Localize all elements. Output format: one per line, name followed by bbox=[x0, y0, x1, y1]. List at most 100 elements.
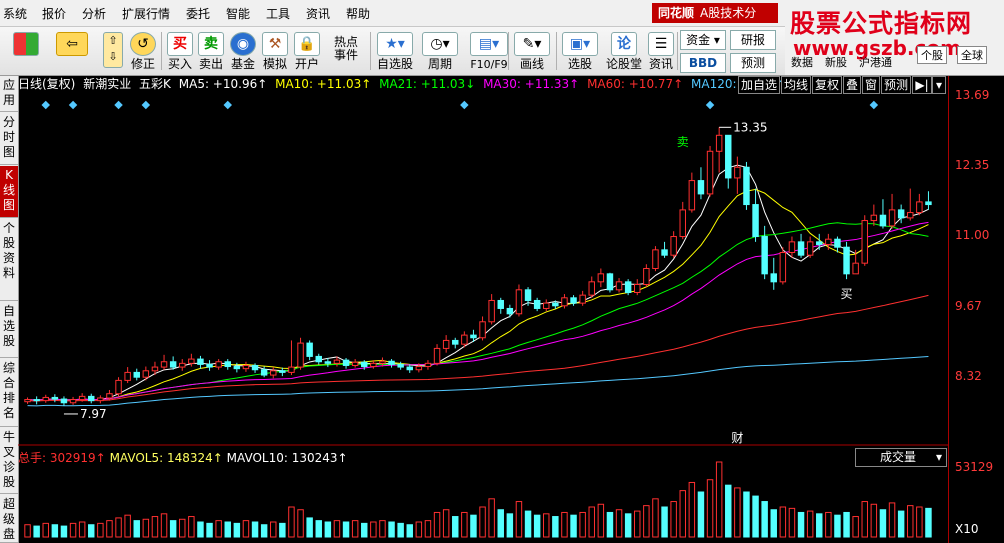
tab-timeshare[interactable]: 分时图 bbox=[0, 113, 18, 165]
fund-button[interactable]: ◉ 基金 bbox=[228, 28, 258, 74]
stock-link[interactable]: 个股 bbox=[917, 46, 947, 64]
menu-item-quote[interactable]: 报价 bbox=[42, 5, 66, 22]
tab-stock-profile[interactable]: 个股资料 bbox=[0, 219, 18, 301]
candle-body bbox=[260, 369, 268, 376]
ipo-link[interactable]: 新股 bbox=[825, 54, 847, 70]
data-link[interactable]: 数据 bbox=[791, 54, 813, 70]
volume-bar bbox=[643, 505, 650, 538]
menu-item-system[interactable]: 系统 bbox=[3, 5, 27, 22]
toolbar-separator bbox=[508, 32, 509, 70]
volume-bar bbox=[634, 510, 641, 538]
sell-button[interactable]: 卖卖出 bbox=[196, 28, 226, 74]
watchlist-button[interactable]: ★▾ 自选股 bbox=[374, 28, 416, 74]
menu-item-tools[interactable]: 工具 bbox=[266, 5, 290, 22]
volume-bar bbox=[51, 524, 59, 538]
candle-body bbox=[615, 281, 623, 291]
bbd-button[interactable]: BBD bbox=[680, 53, 726, 73]
hk-connect-link[interactable]: 沪港通 bbox=[859, 54, 892, 70]
period-label: 周期 bbox=[427, 57, 452, 71]
refresh-icon: ↺ bbox=[130, 32, 156, 56]
back-arrow-icon: ⇦ bbox=[56, 32, 88, 56]
capital-button[interactable]: 资金 ▾ bbox=[680, 30, 726, 50]
candle-body bbox=[570, 297, 577, 304]
ma10-line bbox=[27, 188, 929, 401]
volume-bar bbox=[579, 511, 586, 538]
volume-bar bbox=[743, 491, 750, 538]
candle-body bbox=[197, 358, 204, 365]
candle-body bbox=[351, 361, 359, 366]
tab-ranking[interactable]: 综合排名 bbox=[0, 359, 18, 427]
back-button[interactable]: ⇦ bbox=[50, 28, 94, 74]
open-account-button[interactable]: 🔒 开户 bbox=[292, 28, 322, 74]
stock-screen-label: 选股 bbox=[567, 57, 592, 71]
stock-screen-button[interactable]: ▣▾ 选股 bbox=[560, 28, 600, 74]
ma-lines bbox=[27, 164, 929, 407]
volume-bar bbox=[461, 511, 468, 538]
volume-bar bbox=[715, 461, 723, 538]
candle-body bbox=[270, 370, 277, 376]
volume-bar bbox=[806, 510, 814, 538]
volume-bar bbox=[661, 506, 668, 538]
tab-diagnosis[interactable]: 牛叉诊股 bbox=[0, 428, 18, 494]
volume-bar bbox=[97, 522, 104, 538]
candle-body bbox=[488, 299, 495, 323]
candle-body bbox=[725, 134, 732, 179]
volume-bar bbox=[497, 509, 504, 538]
candle-body bbox=[925, 201, 932, 206]
revise-button[interactable]: ↺ 修正 bbox=[128, 28, 158, 74]
volume-bar bbox=[679, 490, 686, 538]
menu-item-trade[interactable]: 委托 bbox=[186, 5, 210, 22]
period-button[interactable]: ◷▾ 周期 bbox=[420, 28, 460, 74]
discuss-label: 论股堂 bbox=[605, 57, 642, 71]
volume-bar bbox=[825, 511, 832, 538]
research-button[interactable]: 研报 bbox=[730, 30, 776, 50]
simulate-button[interactable]: ⚒ 模拟 bbox=[260, 28, 290, 74]
volume-bar bbox=[315, 520, 322, 538]
event-diamond bbox=[705, 100, 715, 110]
candle-body bbox=[342, 359, 350, 366]
watermark-title: 股票公式指标网 bbox=[790, 9, 973, 38]
volume-bar bbox=[160, 513, 168, 538]
menu-item-news[interactable]: 资讯 bbox=[306, 5, 330, 22]
volume-bar bbox=[879, 509, 887, 538]
toolbar-separator bbox=[677, 32, 678, 70]
chart-mode[interactable]: 五彩K bbox=[139, 77, 171, 91]
fund-label: 基金 bbox=[230, 57, 255, 71]
candle-body bbox=[60, 398, 68, 404]
volume-unit: X10 bbox=[955, 522, 979, 536]
volume-bar bbox=[260, 524, 268, 538]
volume-bar bbox=[570, 514, 577, 538]
up-down-arrow-icon: ⇧ ⇩ bbox=[103, 32, 123, 68]
buy-button[interactable]: 买买入 bbox=[165, 28, 195, 74]
windows-button[interactable] bbox=[8, 28, 44, 74]
candle-body bbox=[69, 399, 77, 404]
tab-kline[interactable]: K线图 bbox=[0, 166, 18, 218]
tab-super[interactable]: 超级盘 bbox=[0, 495, 18, 543]
app-logo: 同花顺 A股技术分 bbox=[652, 3, 778, 23]
volume-bar bbox=[342, 521, 350, 538]
up-down-button[interactable]: ⇧ ⇩ bbox=[98, 28, 128, 74]
volume-bar bbox=[470, 514, 477, 538]
menu-item-extended[interactable]: 扩展行情 bbox=[122, 5, 170, 22]
capital-label: 资金 bbox=[686, 33, 711, 47]
discuss-button[interactable]: 论论股堂 bbox=[604, 28, 644, 74]
draw-line-button[interactable]: ✎▾ 画线 bbox=[512, 28, 552, 74]
news-button[interactable]: ☰ 资讯 bbox=[646, 28, 676, 74]
kline-chart[interactable]: 13.35 7.97 卖 买 财 bbox=[18, 92, 948, 543]
tab-apps[interactable]: 应用 bbox=[0, 76, 18, 112]
menu-item-analysis[interactable]: 分析 bbox=[82, 5, 106, 22]
volume-bar bbox=[88, 524, 95, 538]
hot-events-button[interactable]: 热点事件 bbox=[326, 28, 366, 74]
period-text[interactable]: 日线(复权) bbox=[18, 77, 75, 91]
candle-body bbox=[297, 342, 304, 368]
forecast-button[interactable]: 预测 bbox=[730, 53, 776, 73]
candle-body bbox=[306, 342, 313, 357]
volume-bar bbox=[770, 509, 777, 538]
menu-item-smart[interactable]: 智能 bbox=[226, 5, 250, 22]
volume-bar bbox=[561, 511, 568, 538]
menu-item-help[interactable]: 帮助 bbox=[346, 5, 370, 22]
tab-watchlist[interactable]: 自选股 bbox=[0, 302, 18, 358]
global-link[interactable]: 全球 bbox=[957, 46, 987, 64]
candle-body bbox=[315, 355, 322, 363]
candle-body bbox=[361, 361, 368, 368]
